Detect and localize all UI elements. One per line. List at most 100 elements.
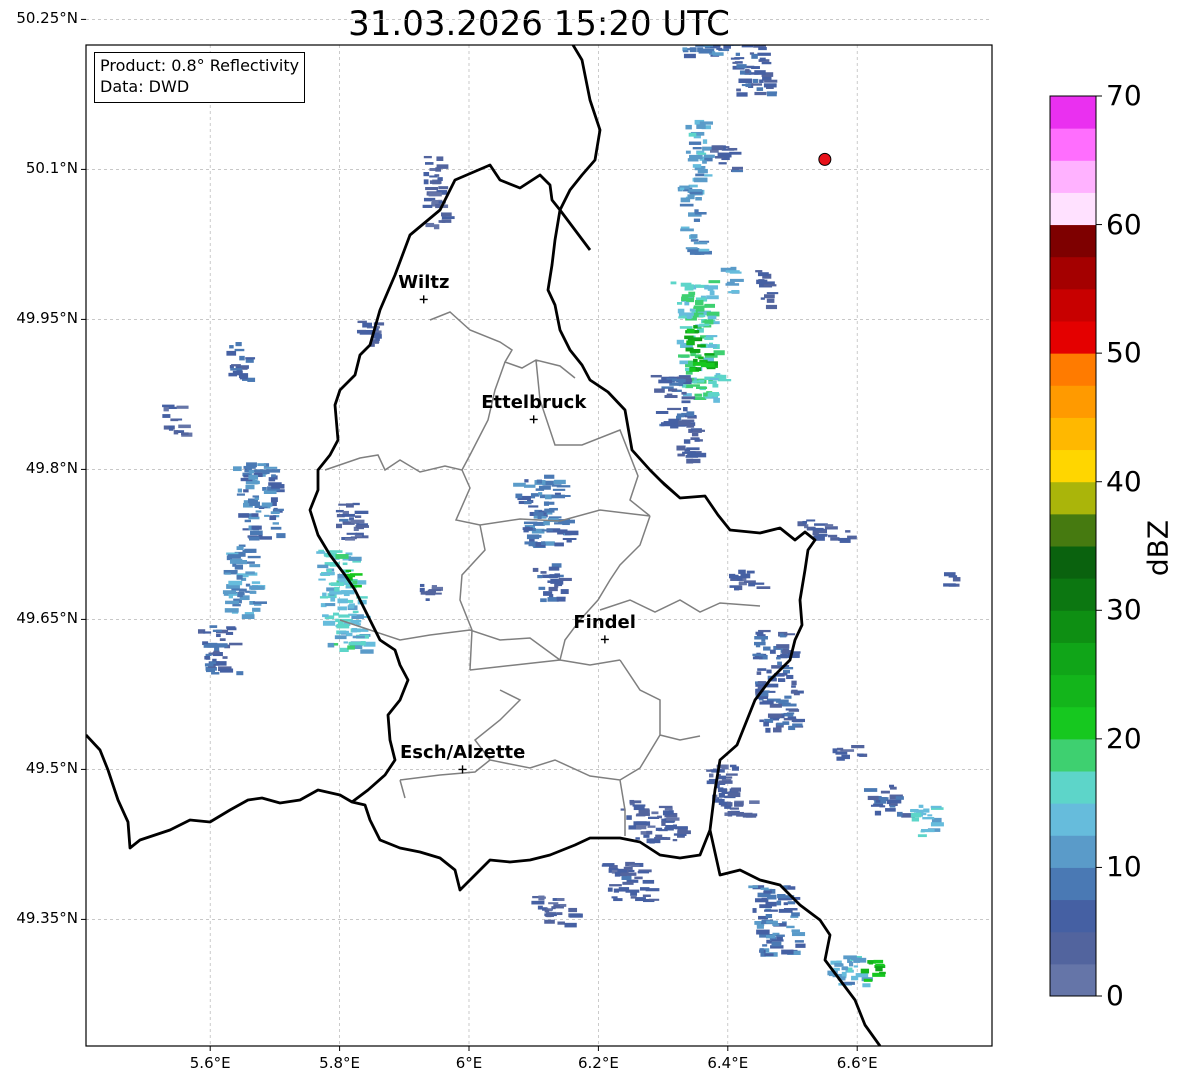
echo-cell — [537, 574, 543, 579]
echo-cell — [791, 912, 800, 917]
echo-cell — [704, 285, 719, 290]
echo-cell — [568, 907, 578, 913]
echo-cell — [249, 501, 260, 506]
echo-cell — [754, 13, 764, 16]
echo-cell — [727, 147, 738, 151]
echo-cell — [216, 633, 221, 638]
echo-cell — [611, 896, 618, 899]
echo-cell — [776, 722, 784, 726]
echo-cell — [333, 643, 339, 646]
echo-cell — [703, 154, 715, 158]
echo-cell — [681, 396, 696, 400]
echo-cell — [691, 432, 699, 437]
lon-label: 6°E — [455, 1054, 483, 1072]
echo-cell — [727, 810, 737, 815]
echo-cell — [748, 6, 759, 9]
colorbar-tick-label: 30 — [1106, 593, 1142, 627]
echo-cell — [243, 489, 249, 493]
product-info-box: Product: 0.8° Reflectivity Data: DWD — [94, 52, 306, 103]
echo-cell — [723, 32, 730, 36]
echo-cell — [544, 919, 555, 924]
echo-cell — [721, 788, 728, 794]
echo-cell — [719, 15, 729, 19]
echo-cell — [564, 922, 577, 928]
echo-cell — [648, 898, 660, 901]
echo-cell — [714, 7, 725, 9]
echo-cell — [875, 966, 883, 972]
echo-cell — [706, 0, 719, 1]
echo-cell — [711, 22, 715, 26]
echo-cell — [703, 392, 708, 397]
echo-cell — [222, 590, 237, 595]
echo-cell — [692, 380, 705, 383]
echo-cell — [422, 204, 433, 208]
echo-cell — [765, 901, 777, 907]
echo-cell — [254, 469, 269, 473]
echo-cell — [681, 0, 693, 4]
echo-cell — [635, 814, 646, 817]
echo-cell — [739, 0, 753, 4]
echo-cell — [441, 213, 447, 217]
colorbar-title: dBZ — [1141, 519, 1175, 577]
echo-cell — [783, 633, 796, 636]
echo-cell — [259, 536, 272, 540]
echo-cell — [755, 25, 762, 29]
echo-cell — [215, 643, 228, 648]
echo-cell — [248, 474, 259, 480]
echo-cell — [943, 583, 956, 587]
echo-cell — [895, 796, 904, 800]
echo-cell — [757, 681, 767, 684]
echo-cell — [794, 940, 804, 943]
echo-cell — [247, 555, 261, 559]
echo-cell — [716, 9, 730, 12]
echo-cell — [429, 168, 437, 171]
echo-cell — [546, 501, 555, 505]
echo-cell — [245, 357, 256, 360]
echo-cell — [786, 674, 794, 680]
echo-cell — [750, 83, 763, 86]
echo-cell — [686, 328, 695, 333]
echo-cell — [922, 816, 935, 820]
echo-cell — [694, 177, 708, 183]
echo-cell — [751, 10, 762, 12]
echo-cell — [544, 494, 552, 500]
echo-cell — [693, 397, 707, 400]
echo-cell — [736, 88, 741, 92]
echo-cell — [204, 663, 214, 667]
echo-cell — [337, 578, 347, 582]
echo-cell — [704, 174, 713, 177]
echo-cell — [705, 335, 718, 338]
echo-cell — [719, 153, 730, 156]
echo-cell — [748, 885, 759, 889]
echo-cell — [783, 902, 788, 906]
echo-cell — [557, 494, 571, 498]
echo-cell — [766, 292, 779, 295]
echo-cell — [695, 367, 702, 371]
echo-cell — [691, 384, 700, 387]
echo-cell — [686, 340, 695, 346]
echo-cell — [248, 516, 260, 520]
echo-cell — [543, 591, 553, 596]
echo-cell — [763, 690, 770, 693]
echo-cell — [236, 671, 244, 676]
echo-cell — [708, 24, 719, 26]
echo-cell — [170, 418, 179, 422]
echo-cell — [771, 941, 782, 947]
echo-cell — [696, 386, 708, 389]
echo-cell — [548, 566, 560, 571]
echo-cell — [688, 184, 698, 188]
echo-cell — [695, 300, 704, 306]
echo-cell — [162, 414, 171, 418]
echo-cell — [736, 35, 744, 38]
echo-cell — [251, 513, 259, 517]
echo-cell — [758, 46, 767, 51]
echo-cell — [729, 278, 744, 282]
echo-cell — [745, 69, 750, 74]
echo-cell — [236, 546, 244, 551]
echo-cell — [639, 887, 650, 891]
echo-cell — [168, 425, 175, 428]
echo-cell — [863, 978, 873, 982]
echo-cell — [533, 521, 545, 526]
echo-cell — [626, 815, 632, 820]
echo-cell — [220, 668, 234, 673]
